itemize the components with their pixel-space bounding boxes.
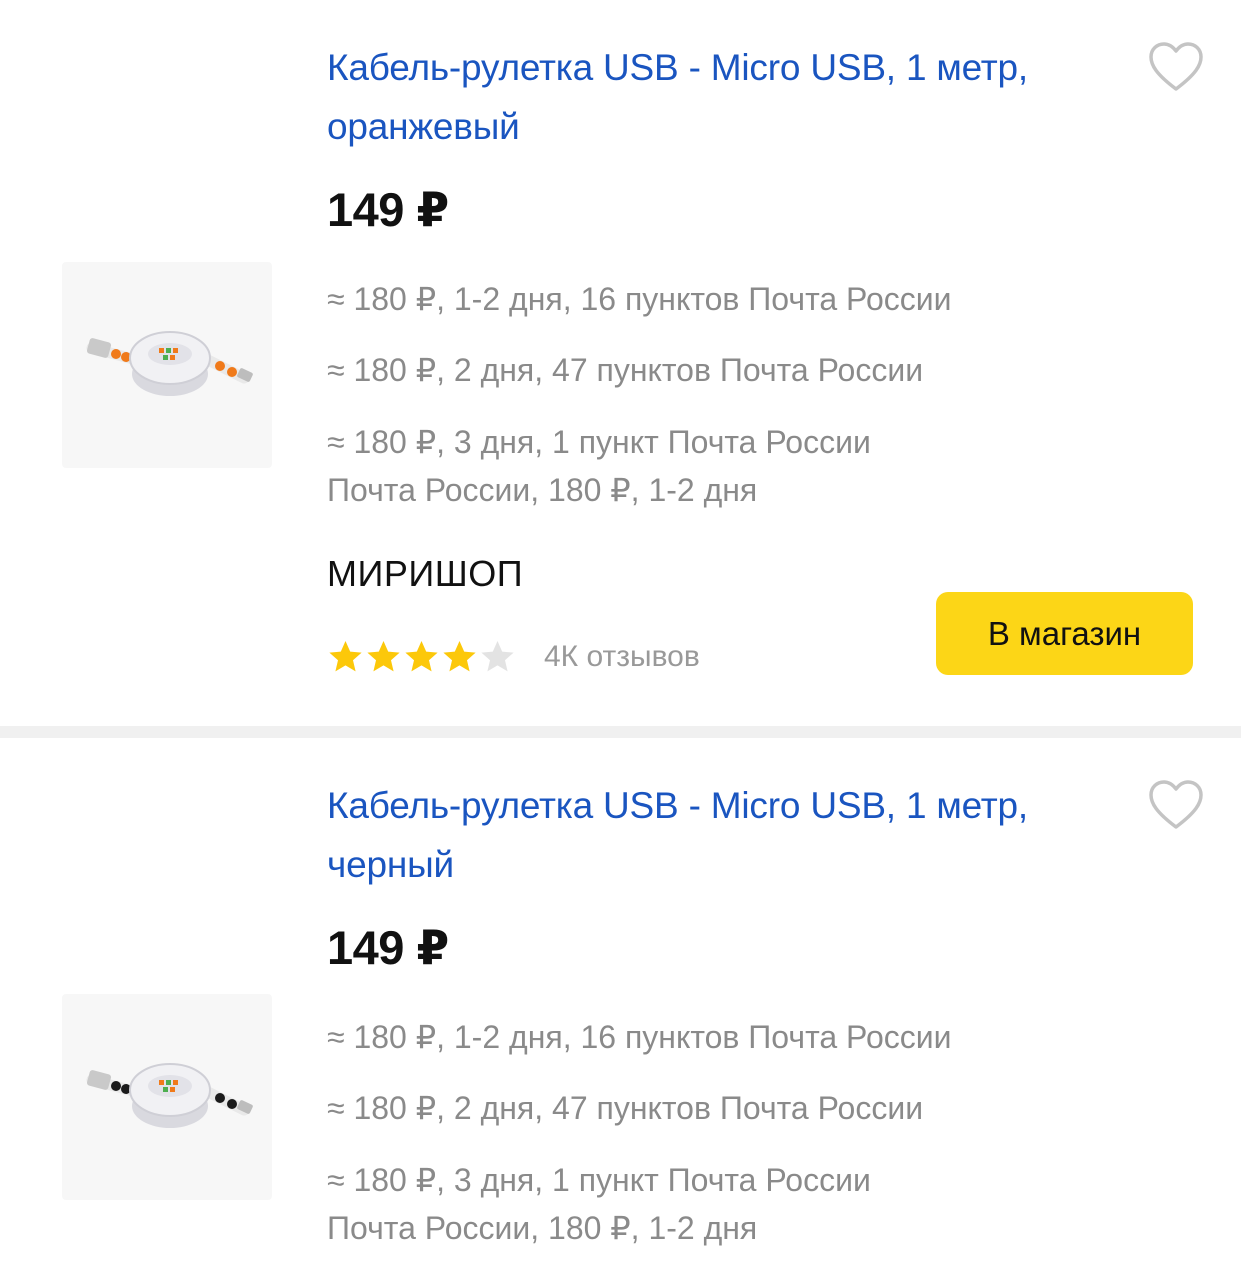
star-empty-icon (481, 641, 514, 672)
accent-dot (227, 367, 237, 377)
product-card: Кабель-рулетка USB - Micro USB, 1 метр, … (0, 0, 1241, 730)
rating-stars (327, 639, 516, 675)
go-to-shop-button[interactable]: В магазин (936, 592, 1193, 675)
delivery-option: ≈ 180 ₽, 3 дня, 1 пункт Почта России (327, 424, 871, 460)
delivery-summary: Почта России, 180 ₽, 1-2 дня (327, 472, 758, 508)
delivery-summary: Почта России, 180 ₽, 1-2 дня (327, 1210, 758, 1246)
accent-dot (215, 1093, 225, 1103)
product-image[interactable] (62, 994, 272, 1200)
retractable-cable-image (86, 331, 253, 396)
shop-rating: 4К отзывов (327, 637, 700, 677)
delivery-option: ≈ 180 ₽, 2 дня, 47 пунктов Почта России (327, 352, 924, 388)
reviews-link[interactable]: 4К отзывов (544, 640, 700, 674)
star-filled-icon (443, 641, 476, 672)
heart-outline-icon[interactable] (1148, 780, 1204, 832)
star-filled-icon (329, 641, 362, 672)
delivery-option: ≈ 180 ₽, 3 дня, 1 пункт Почта России (327, 1162, 871, 1198)
accent-dot (111, 1081, 121, 1091)
delivery-option: ≈ 180 ₽, 1-2 дня, 16 пунктов Почта Росси… (327, 1019, 952, 1055)
heart-outline-icon[interactable] (1148, 42, 1204, 94)
product-card: Кабель-рулетка USB - Micro USB, 1 метр, … (0, 738, 1241, 1280)
accent-dot (227, 1099, 237, 1109)
accent-dot (215, 361, 225, 371)
delivery-option: ≈ 180 ₽, 2 дня, 47 пунктов Почта России (327, 1090, 924, 1126)
retractable-cable-image (86, 1063, 253, 1128)
star-filled-icon (405, 641, 438, 672)
product-price: 149 ₽ (327, 183, 449, 236)
product-image[interactable] (62, 262, 272, 468)
star-filled-icon (367, 641, 400, 672)
product-title-link[interactable]: Кабель-рулетка USB - Micro USB, 1 метр, … (327, 776, 1137, 894)
product-title-link[interactable]: Кабель-рулетка USB - Micro USB, 1 метр, … (327, 38, 1137, 156)
delivery-option: ≈ 180 ₽, 1-2 дня, 16 пунктов Почта Росси… (327, 281, 952, 317)
card-divider (0, 726, 1241, 738)
shop-name[interactable]: МИРИШОП (327, 553, 523, 595)
product-price: 149 ₽ (327, 921, 449, 974)
accent-dot (111, 349, 121, 359)
